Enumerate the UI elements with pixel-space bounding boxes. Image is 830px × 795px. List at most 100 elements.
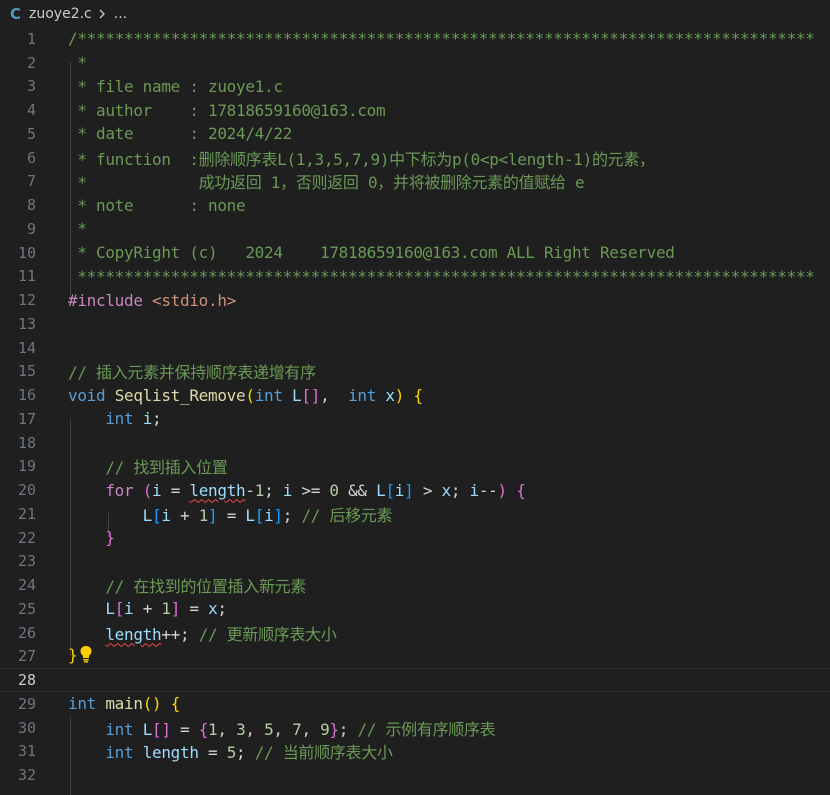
comment: ****************************************… [68, 266, 815, 286]
comment: // 在找到的位置插入新元素 [105, 577, 307, 597]
code-text: #include <stdio.h> [68, 291, 236, 310]
variable: length [142, 743, 199, 763]
code-line: 8 * note : none [0, 193, 830, 217]
code-line: 31 int length = 5; // 当前顺序表大小 [0, 740, 830, 764]
code-line: 27 } [0, 645, 830, 669]
variable: i [161, 505, 171, 525]
code-text: int length = 5; // 当前顺序表大小 [105, 743, 393, 763]
number: 5 [226, 743, 237, 763]
bracket: ] [273, 505, 283, 525]
variable: L [245, 505, 255, 525]
code-line: 5 * date : 2024/4/22 [0, 122, 830, 146]
code-line: 13 [0, 312, 830, 336]
comment: // 更新顺序表大小 [198, 624, 337, 644]
code-line: 14 [0, 336, 830, 360]
code-line: 16 void Seqlist_Remove(int L[], int x) { [0, 383, 830, 407]
line-number: 24 [17, 576, 36, 595]
code-text: * date : 2024/4/22 [68, 124, 292, 143]
function-name[interactable]: Seqlist_Remove [115, 386, 246, 405]
code-text: int main() { [68, 694, 180, 713]
line-number: 9 [26, 219, 36, 238]
line-number: 15 [17, 362, 36, 381]
comment: * file name : zuoye1.c [68, 76, 283, 96]
code-text: * 成功返回 1，否则返回 0，并将被删除元素的值赋给 e [68, 169, 584, 193]
bracket: } [105, 528, 115, 548]
comment: // 找到插入位置 [105, 458, 228, 478]
bracket: { [170, 694, 181, 714]
variable: x [441, 480, 451, 500]
code-line: 26 length++; // 更新顺序表大小 [0, 621, 830, 645]
code-text: * function :删除顺序表L(1,3,5,7,9)中下标为p(0<p<l… [68, 146, 655, 170]
chevron-right-icon [96, 7, 110, 21]
keyword: int [348, 385, 377, 405]
line-number: 23 [17, 552, 36, 571]
line-number: 20 [17, 481, 36, 500]
code-text: * CopyRight (c) 2024 17818659160@163.com… [68, 243, 675, 262]
breadcrumb: C zuoye2.c ... [0, 0, 830, 28]
bracket: [ [114, 599, 125, 619]
line-number: 18 [17, 433, 36, 452]
number: 0 [329, 480, 339, 500]
bracket: ] [208, 505, 218, 525]
bracket: () [142, 694, 162, 714]
code-editor[interactable]: 1 /*************************************… [0, 27, 830, 795]
code-text: * file name : zuoye1.c [68, 77, 283, 96]
keyword: int [254, 385, 283, 405]
line-number: 14 [17, 338, 36, 357]
code-line-current: 28 [0, 668, 830, 692]
code-line: 21 L[i + 1] = L[i]; // 后移元素 [0, 502, 830, 526]
code-line: 22 } [0, 526, 830, 550]
keyword: int [105, 719, 134, 739]
param: L [292, 385, 302, 405]
variable: i [394, 480, 405, 500]
code-line: 9 * [0, 217, 830, 241]
line-number: 12 [17, 291, 36, 310]
code-line: 15 // 插入元素并保持顺序表递增有序 [0, 360, 830, 384]
number: 3 [236, 719, 246, 739]
comment: // 后移元素 [301, 505, 393, 525]
line-number: 1 [26, 29, 36, 48]
code-line: 20 for (i = length-1; i >= 0 && L[i] > x… [0, 478, 830, 502]
comment: // 插入元素并保持顺序表递增有序 [68, 363, 316, 383]
code-line: 4 * author : 17818659160@163.com [0, 98, 830, 122]
line-number: 29 [17, 694, 36, 713]
comment: * [68, 219, 87, 239]
comment: * [68, 53, 87, 73]
lightbulb-icon[interactable] [79, 645, 93, 667]
line-number: 21 [17, 504, 36, 523]
comment: /***************************************… [68, 29, 815, 49]
line-number: 17 [17, 409, 36, 428]
variable: i [469, 480, 480, 500]
code-line: 7 * 成功返回 1，否则返回 0，并将被删除元素的值赋给 e [0, 170, 830, 194]
code-text: // 找到插入位置 [68, 454, 228, 478]
line-number: 5 [26, 124, 36, 143]
comment: * 成功返回 1，否则返回 0，并将被删除元素的值赋给 e [68, 173, 585, 193]
line-number: 16 [17, 386, 36, 405]
line-number: 6 [26, 148, 36, 167]
code-line: 24 // 在找到的位置插入新元素 [0, 573, 830, 597]
comment: * author : 17818659160@163.com [68, 100, 386, 120]
line-number: 26 [17, 623, 36, 642]
param: x [385, 385, 395, 405]
breadcrumb-file-name[interactable]: zuoye2.c [29, 6, 92, 22]
code-text: void Seqlist_Remove(int L[], int x) { [68, 385, 423, 405]
bracket: } [68, 645, 78, 665]
c-file-icon: C [10, 5, 22, 23]
undefined-identifier-error[interactable]: length [105, 625, 161, 644]
code-line: 3 * file name : zuoye1.c [0, 75, 830, 99]
undefined-identifier-error[interactable]: length [189, 481, 245, 500]
function-name[interactable]: main [105, 694, 143, 713]
code-text: L[i + 1] = L[i]; // 后移元素 [142, 505, 393, 525]
breadcrumb-ellipsis[interactable]: ... [114, 6, 127, 22]
code-text: * note : none [68, 196, 245, 215]
number: 1 [208, 719, 218, 739]
code-text: // 在找到的位置插入新元素 [68, 573, 306, 597]
number: 1 [161, 599, 171, 619]
keyword: void [68, 385, 106, 405]
line-number: 22 [17, 528, 36, 547]
bracket: ) [394, 385, 405, 405]
variable: L [142, 719, 153, 739]
code-text: } [68, 528, 115, 547]
variable: i [124, 599, 134, 619]
bracket: [ [254, 505, 265, 525]
